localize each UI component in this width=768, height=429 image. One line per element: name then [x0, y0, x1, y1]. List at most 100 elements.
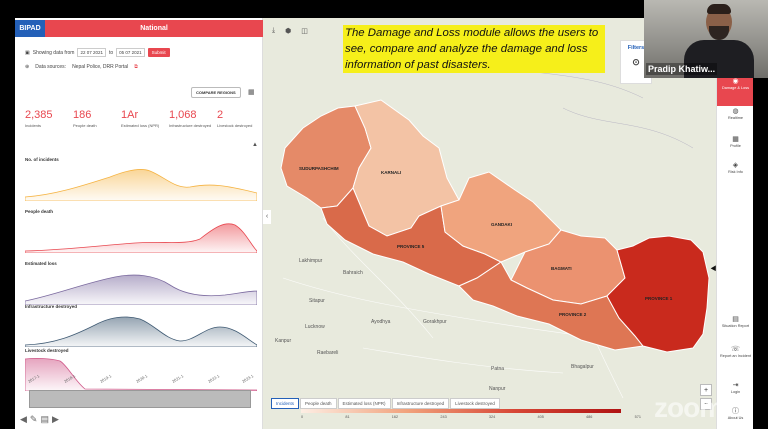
- download-icon[interactable]: ⤓: [272, 27, 275, 35]
- x-label: 2019-1: [99, 373, 113, 384]
- stat-value: 2: [217, 109, 224, 121]
- chart-infrastructure: [25, 316, 257, 347]
- sources-label: Data sources:: [35, 64, 67, 70]
- external-link-icon[interactable]: ⧉: [134, 64, 138, 70]
- nav-label: Report an Incident: [719, 353, 752, 358]
- nav-label: Login: [730, 389, 741, 394]
- area-deaths: [25, 223, 257, 253]
- trend-charts: No. of incidents People death Estimated …: [25, 153, 257, 398]
- x-label: 2022-1: [207, 373, 221, 384]
- table-icon[interactable]: ▦: [248, 88, 255, 96]
- data-sources: ⊕ Data sources: Nepal Police, DRR Portal…: [25, 64, 138, 70]
- to-label: to: [108, 49, 114, 56]
- city-label: Raebareli: [317, 350, 338, 356]
- nav-label: About Us: [727, 415, 744, 420]
- city-label: Bhagalpur: [571, 364, 594, 370]
- time-range-slider[interactable]: [29, 390, 251, 408]
- legend-tab-infrastructure[interactable]: Infrastructure destroyed: [391, 398, 450, 409]
- legend-tab-loss[interactable]: Estimated loss (NPR): [337, 398, 391, 409]
- stats-row: 2,385 Incidents 186 People death 1Ar Estima…: [25, 109, 265, 128]
- nav-realtime[interactable]: ◍ Realtime: [717, 108, 753, 120]
- legend-value: 243: [440, 415, 447, 419]
- legend-value: 162: [391, 415, 399, 419]
- risk-icon: ◈: [732, 162, 739, 169]
- chart-x-axis: 2017-1 2018-1 2019-1 2020-1 2021-1 2022-…: [25, 373, 257, 388]
- person-hair: [707, 4, 731, 14]
- from-date-input[interactable]: 22 07 2021: [77, 48, 106, 57]
- back-arrow-icon[interactable]: ◀: [20, 414, 30, 424]
- report-icon: ▤: [732, 316, 739, 323]
- participant-video[interactable]: Pradip Khatiw...: [644, 0, 768, 78]
- phone-icon: ☏: [731, 346, 740, 353]
- to-date-input[interactable]: 05 07 2021: [116, 48, 145, 57]
- province-label-2: PROVINCE 2: [559, 312, 587, 317]
- stat-label: Incidents: [25, 123, 42, 128]
- nav-report-incident[interactable]: ☏ Report an Incident: [717, 346, 753, 358]
- grid-icon[interactable]: ▤: [40, 414, 52, 424]
- login-icon: ⇥: [732, 382, 739, 389]
- chart-label-loss: Estimated loss: [25, 261, 57, 266]
- legend-tab-incidents[interactable]: Incidents: [271, 398, 300, 409]
- collapse-icon[interactable]: ▲: [252, 142, 258, 148]
- chart-label-livestock: Livestock destroyed: [25, 348, 69, 353]
- zoom-watermark: zoom: [654, 392, 724, 423]
- x-label: 2017-1: [27, 373, 41, 384]
- damage-icon: ◉: [732, 78, 739, 85]
- province-label-sudurpashchim: SUDURPASHCHIM: [299, 166, 339, 171]
- legend-tab-deaths[interactable]: People death: [300, 398, 337, 409]
- legend-value: 81: [345, 415, 350, 419]
- map-tools: ⤓ ⬢ ◫: [272, 27, 308, 35]
- camera-icon[interactable]: ⬢: [285, 27, 291, 35]
- profile-icon: ▦: [732, 136, 739, 143]
- right-sidebar: ◉ Damage & Loss ◍ Realtime ▦ Profile ◈ Risk …: [716, 72, 753, 429]
- left-panel: BIPAD National ▣ Showing data from 22 07…: [15, 18, 263, 429]
- forward-arrow-icon[interactable]: ▶: [52, 414, 62, 424]
- chart-incidents: [25, 169, 257, 201]
- nav-profile[interactable]: ▦ Profile: [717, 136, 753, 148]
- sources-icon: ⊕: [25, 64, 30, 70]
- edit-icon[interactable]: ✎: [30, 414, 41, 424]
- legend-values: 0 81 162 243 324 405 486 571: [301, 415, 641, 419]
- legend-value: 324: [488, 415, 496, 419]
- nav-label: Situation Report: [721, 323, 750, 328]
- stat-incidents: 2,385 Incidents: [25, 109, 73, 128]
- region-title[interactable]: National: [45, 25, 263, 32]
- legend-tabs: Incidents People death Estimated loss (N…: [271, 398, 500, 409]
- legend-value: 571: [634, 415, 641, 419]
- stat-value: 1Ar: [121, 109, 139, 121]
- province-label-gandaki: GANDAKI: [491, 222, 512, 227]
- stat-value: 1,068: [169, 109, 197, 121]
- chart-deaths: [25, 223, 257, 253]
- bottom-toolbar: ◀✎▤▶: [20, 414, 62, 425]
- app-frame: BIPAD National ▣ Showing data from 22 07…: [15, 18, 753, 429]
- city-label: Nanpur: [489, 386, 506, 392]
- area-loss: [25, 274, 257, 305]
- nav-risk-info[interactable]: ◈ Risk Info: [717, 162, 753, 174]
- area-infrastructure: [25, 316, 257, 347]
- stat-value: 186: [73, 109, 92, 121]
- compare-regions-button[interactable]: COMPARE REGIONS: [191, 87, 241, 98]
- nav-label: Risk Info: [728, 169, 743, 174]
- stat-value: 2,385: [25, 109, 53, 121]
- stat-people-death: 186 People death: [73, 109, 121, 128]
- area-incidents: [25, 169, 257, 201]
- stat-infrastructure: 1,068 Infrastructure destroyed: [169, 109, 217, 128]
- chart-loss: [25, 274, 257, 305]
- province-label-5: PROVINCE 5: [397, 244, 425, 249]
- realtime-icon: ◍: [732, 108, 739, 115]
- nav-damage-loss[interactable]: ◉ Damage & Loss: [717, 76, 753, 106]
- panel-toggle-icon[interactable]: ‹: [263, 210, 271, 224]
- chart-label-deaths: People death: [25, 209, 54, 214]
- x-label: 2021-1: [171, 373, 185, 384]
- layers-icon[interactable]: ◫: [301, 27, 308, 35]
- province-label-1: PROVINCE 1: [645, 296, 673, 301]
- stat-label: Infrastructure destroyed: [169, 123, 212, 128]
- sources-value: Nepal Police, DRR Portal: [72, 64, 129, 70]
- bipad-logo[interactable]: BIPAD: [15, 20, 45, 37]
- legend-value: 486: [586, 415, 593, 419]
- nav-situation-report[interactable]: ▤ Situation Report: [717, 316, 753, 328]
- legend-tab-livestock[interactable]: Livestock destroyed: [450, 398, 500, 409]
- showing-label: Showing data from: [32, 49, 75, 56]
- submit-button[interactable]: Submit: [147, 48, 170, 57]
- city-label: Bahraich: [343, 270, 363, 276]
